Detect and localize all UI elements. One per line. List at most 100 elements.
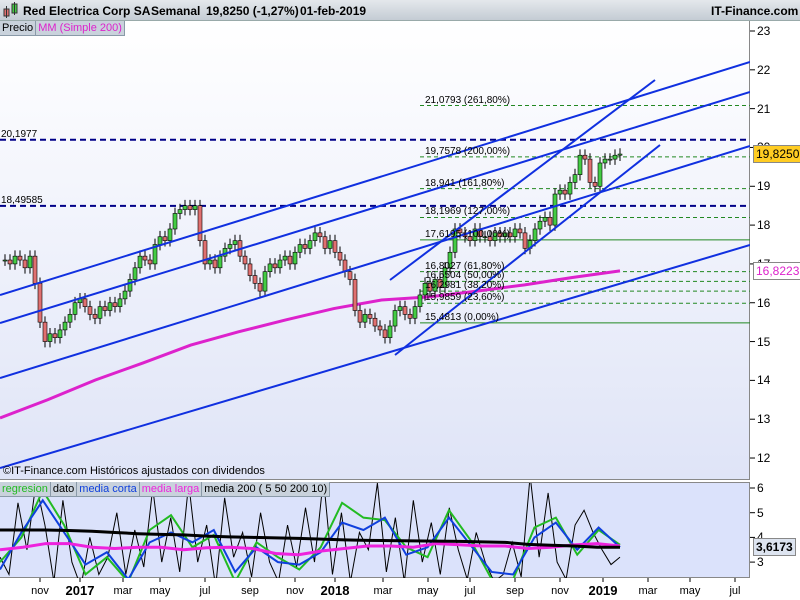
fibonacci-label: 15,9859 (23,60%): [425, 292, 505, 304]
candle: [257, 283, 263, 292]
candle: [512, 228, 518, 238]
legend-media-corta[interactable]: media corta: [77, 482, 140, 497]
candle: [207, 259, 213, 265]
legend-dato[interactable]: dato: [50, 482, 78, 497]
candle: [322, 236, 328, 249]
price-tick-label: 23: [757, 24, 771, 38]
price-tick-label: 19: [757, 179, 771, 194]
time-tick-label: sep: [241, 585, 259, 597]
legend-media-larga[interactable]: media larga: [139, 482, 203, 497]
candle: [547, 217, 553, 226]
candle: [97, 306, 103, 319]
candle: [182, 205, 188, 210]
time-tick-label: 2018: [320, 583, 350, 598]
candle: [362, 314, 368, 323]
candle: [582, 154, 588, 160]
candle: [612, 154, 618, 160]
time-tick-label: mar: [638, 585, 658, 597]
candle: [2, 259, 8, 262]
fibonacci-label: 15,4813 (0,00%): [425, 311, 499, 323]
legend-media200[interactable]: media 200 ( 5 50 200 10): [202, 482, 331, 497]
candle: [102, 306, 108, 311]
candle: [192, 205, 198, 210]
candle: [187, 205, 193, 210]
time-tick-label: jul: [729, 585, 741, 597]
candle: [92, 314, 98, 319]
time-tick-label: jul: [464, 585, 476, 597]
legend-ma[interactable]: MM (Simple 200): [36, 21, 125, 36]
candle: [217, 255, 223, 269]
candle: [282, 255, 288, 261]
candle: [127, 279, 133, 292]
candle: [617, 153, 623, 156]
time-tick-label: mar: [373, 585, 393, 597]
lower-legend: regresion dato media corta media larga m…: [0, 482, 331, 497]
candle: [162, 236, 168, 241]
price-tick-label: 18: [757, 218, 771, 233]
legend-regresion[interactable]: regresion: [0, 482, 51, 497]
candle: [137, 255, 143, 269]
fibonacci-label: 21,0793 (261,80%): [425, 94, 511, 106]
candle: [287, 255, 293, 265]
trend-line: [0, 244, 750, 469]
candle: [522, 232, 528, 249]
candle: [177, 209, 183, 214]
candle: [12, 255, 18, 265]
lower-tick-label: 3: [757, 555, 764, 570]
candle: [312, 232, 318, 241]
time-tick-label: may: [679, 585, 701, 597]
candle: [577, 154, 583, 175]
candle: [47, 333, 53, 342]
candle: [557, 189, 563, 195]
price-tick-label: 22: [757, 62, 771, 77]
candle: [122, 290, 128, 300]
fibonacci-label: 18,1969 (127,00%): [425, 206, 511, 218]
candle: [407, 314, 413, 319]
candle: [267, 263, 273, 272]
candle: [27, 255, 33, 269]
candle: [67, 314, 73, 323]
candle: [42, 321, 48, 342]
candle: [412, 306, 418, 319]
price-tick-label: 12: [757, 451, 771, 466]
legend-price[interactable]: Precio: [0, 21, 37, 36]
time-tick-label: 2017: [65, 583, 95, 598]
fibonacci-label: 16,2981 (38,20%): [425, 280, 505, 292]
candle: [32, 255, 38, 284]
time-tick-label: sep: [506, 585, 524, 597]
candle: [82, 298, 88, 307]
candle: [567, 182, 573, 195]
candle: [337, 251, 343, 261]
time-tick-label: nov: [31, 585, 49, 597]
candle: [572, 174, 578, 183]
candle: [302, 244, 308, 249]
time-tick-label: nov: [551, 585, 569, 597]
candle: [172, 213, 178, 230]
last-indicator-badge: 3,6173: [753, 537, 796, 556]
fibonacci-label: 17,6195 (100,00%): [425, 228, 511, 240]
price-tick-label: 13: [757, 412, 771, 427]
candle: [352, 279, 358, 311]
trend-line: [0, 145, 750, 379]
main-legend: Precio MM (Simple 200): [0, 21, 125, 36]
lower-tick-label: 5: [757, 505, 764, 520]
candle: [347, 271, 353, 280]
candle: [602, 158, 608, 164]
candle: [52, 333, 58, 338]
time-tick-label: mar: [113, 585, 133, 597]
trend-line: [0, 61, 750, 296]
candle: [212, 259, 218, 269]
last-price-badge: 19,8250: [753, 145, 800, 164]
candle: [597, 162, 603, 187]
fibonacci-label: 18,941 (161,80%): [425, 177, 505, 189]
candle: [517, 228, 523, 234]
candle: [327, 240, 333, 249]
time-tick-label: jul: [199, 585, 211, 597]
candle: [72, 302, 78, 315]
candle: [62, 321, 68, 331]
candle: [552, 193, 558, 226]
candle: [252, 275, 258, 284]
candle: [22, 259, 28, 269]
candle: [262, 271, 268, 292]
candle: [587, 158, 593, 183]
